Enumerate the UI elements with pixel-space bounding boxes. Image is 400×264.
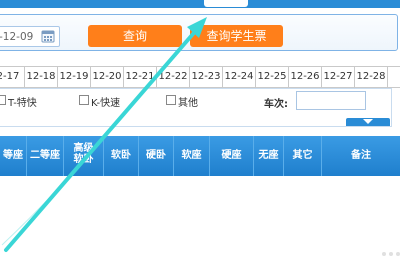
column-header-label: 无座 <box>258 150 279 161</box>
column-header-label: 等座 <box>3 150 23 161</box>
query-button[interactable]: 查询 <box>88 25 182 47</box>
date-tab[interactable]: 12-19 <box>58 67 91 87</box>
top-nav-tab[interactable] <box>80 0 136 7</box>
top-nav-bar <box>0 0 400 8</box>
watermark-dots <box>382 252 400 256</box>
column-header-label: 硬座 <box>221 150 242 161</box>
top-nav-tab-active[interactable] <box>204 0 248 7</box>
checkbox[interactable] <box>0 95 6 105</box>
column-header[interactable]: 备注 <box>322 136 400 176</box>
date-tab[interactable]: 12-24 <box>223 67 256 87</box>
filter-option-label: T-特快 <box>8 98 37 109</box>
column-header-label: 备注 <box>351 150 371 161</box>
top-nav-tab[interactable] <box>270 0 326 7</box>
column-header[interactable]: 高级软卧 <box>64 136 104 176</box>
column-header-label: 软座 <box>181 150 202 161</box>
column-header[interactable]: 软座 <box>174 136 210 176</box>
date-tab[interactable]: 12-26 <box>289 67 322 87</box>
column-header[interactable]: 二等座 <box>27 136 64 176</box>
date-tab[interactable]: 12-25 <box>256 67 289 87</box>
date-tab[interactable]: 12-20 <box>91 67 124 87</box>
column-header-label: 软卧 <box>111 150 131 161</box>
filter-option-label: K-快速 <box>91 98 121 109</box>
checkbox[interactable] <box>166 95 176 105</box>
filter-option-label: 其他 <box>178 98 198 109</box>
column-header-label: 其它 <box>292 150 313 161</box>
results-table-header: 等座 二等座 高级软卧 软卧 硬卧 软座 硬座 无座 其它 备注 <box>0 136 400 176</box>
column-header[interactable]: 硬卧 <box>139 136 174 176</box>
checkbox[interactable] <box>79 95 89 105</box>
date-strip: 2-17 12-18 12-19 12-20 12-21 12-22 12-23… <box>0 66 400 88</box>
date-tab[interactable]: 12-27 <box>322 67 355 87</box>
date-tab[interactable]: 12-28 <box>355 67 388 87</box>
calendar-icon[interactable] <box>41 29 55 43</box>
date-tab[interactable]: 12-23 <box>190 67 223 87</box>
column-header-label: 高级软卧 <box>73 143 94 165</box>
column-header[interactable]: 软卧 <box>104 136 139 176</box>
date-tab[interactable]: 2-17 <box>0 67 25 87</box>
departure-date-value: -12-09 <box>0 31 34 43</box>
query-student-ticket-button[interactable]: 查询学生票 <box>190 25 283 47</box>
date-tab[interactable]: 12-18 <box>25 67 58 87</box>
top-nav-tab[interactable] <box>140 0 196 7</box>
column-header-label: 硬卧 <box>146 150 166 161</box>
column-header[interactable]: 无座 <box>254 136 284 176</box>
column-header-label: 二等座 <box>30 150 60 161</box>
train-number-input[interactable] <box>296 91 366 110</box>
column-header[interactable]: 硬座 <box>210 136 254 176</box>
annotation-arrow-icon <box>1 17 207 252</box>
date-tab[interactable]: 12-22 <box>157 67 190 87</box>
column-header[interactable]: 其它 <box>284 136 322 176</box>
date-tab[interactable]: 12-21 <box>124 67 157 87</box>
column-header[interactable]: 等座 <box>0 136 27 176</box>
top-nav-tab[interactable] <box>334 0 390 7</box>
filter-collapse-toggle[interactable] <box>346 118 390 126</box>
train-number-label: 车次: <box>264 99 288 110</box>
triangle-down-icon <box>363 119 373 124</box>
